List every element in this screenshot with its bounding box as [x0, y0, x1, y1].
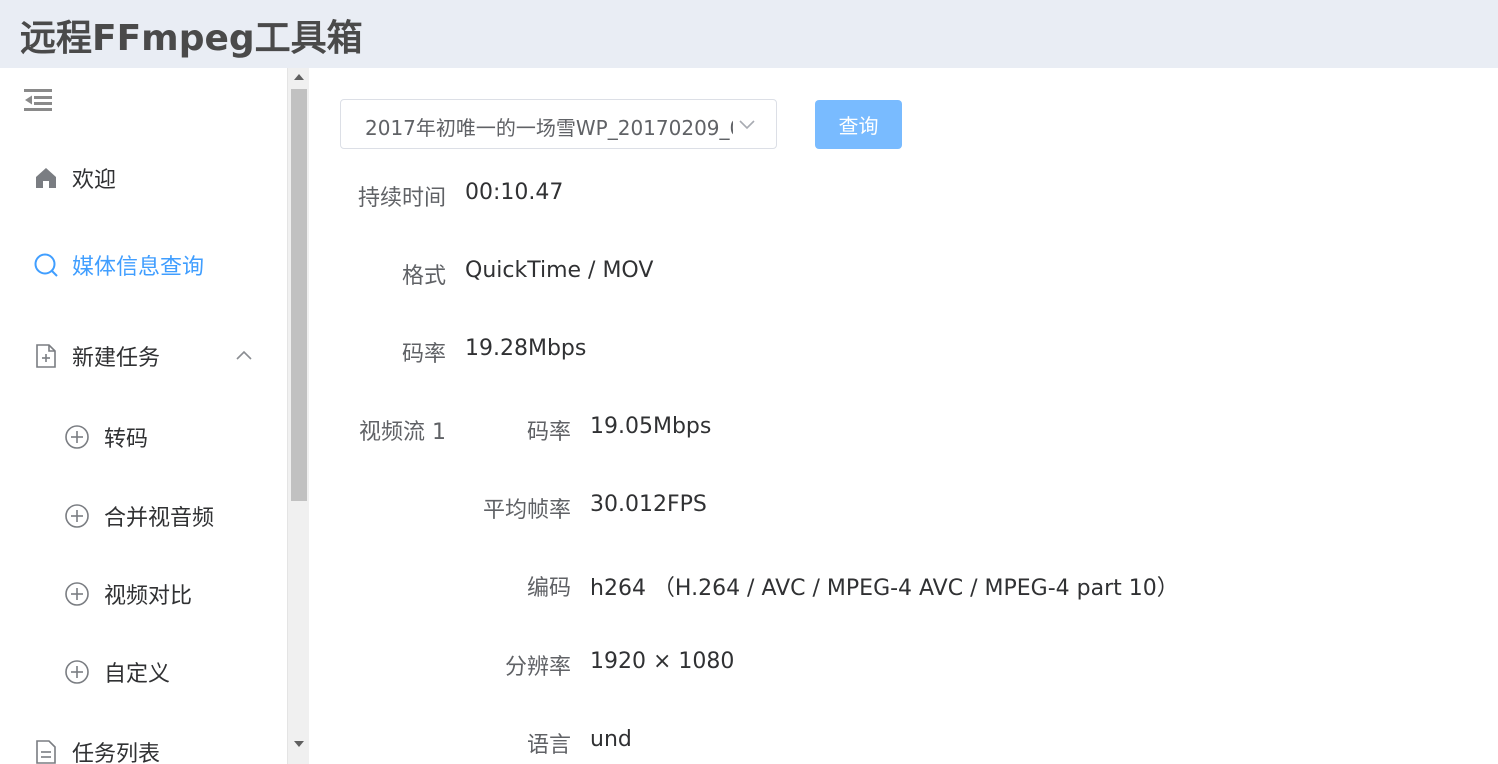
app-title: 远程FFmpeg工具箱 [20, 18, 363, 59]
sidebar-item-label: 合并视音频 [104, 506, 215, 531]
stream-label: 语言 [526, 733, 571, 758]
sidebar-item-welcome[interactable]: 欢迎 [0, 150, 287, 206]
sidebar-item-new-task[interactable]: 新建任务 [0, 328, 287, 384]
stream-label: 编码 [526, 576, 571, 601]
stream-value: 19.05Mbps [590, 414, 712, 439]
sidebar-item-label: 视频对比 [104, 584, 193, 609]
sidebar-item-task-list[interactable]: 任务列表 [0, 724, 287, 764]
info-value: 19.28Mbps [465, 336, 587, 361]
sidebar-item-label: 欢迎 [72, 168, 117, 193]
circle-plus-icon [64, 659, 90, 685]
circle-plus-icon [64, 581, 90, 607]
sidebar-item-custom[interactable]: 自定义 [0, 644, 287, 700]
sidebar-item-merge-av[interactable]: 合并视音频 [0, 488, 287, 544]
sidebar-item-transcode[interactable]: 转码 [0, 409, 287, 465]
document-add-icon [33, 343, 59, 369]
stream-label: 分辨率 [504, 655, 571, 680]
chevron-up-icon [234, 348, 254, 362]
stream-value: h264 （H.264 / AVC / MPEG-4 AVC / MPEG-4 … [590, 576, 1179, 601]
chevron-down-icon [738, 116, 756, 130]
file-select-value: 2017年初唯一的一场雪WP_20170209_0 [365, 116, 733, 140]
sidebar-item-video-compare[interactable]: 视频对比 [0, 566, 287, 622]
app-header: 远程FFmpeg工具箱 [0, 0, 1498, 68]
document-icon [33, 739, 59, 764]
query-button[interactable]: 查询 [815, 100, 902, 149]
sidebar-item-label: 媒体信息查询 [72, 255, 205, 280]
stream-value: 1920 × 1080 [590, 649, 735, 674]
info-label: 码率 [401, 342, 446, 367]
menu-collapse-icon[interactable] [24, 88, 54, 112]
search-icon [33, 252, 59, 278]
sidebar-item-label: 任务列表 [72, 742, 161, 764]
stream-value: und [590, 727, 632, 752]
sidebar-item-label: 新建任务 [72, 346, 161, 371]
sidebar-scrollbar[interactable] [287, 68, 309, 764]
info-value: 00:10.47 [465, 180, 564, 205]
sidebar-item-label: 自定义 [104, 662, 171, 687]
scrollbar-thumb[interactable] [291, 89, 307, 501]
main-content: 2017年初唯一的一场雪WP_20170209_0 查询 持续时间 00:10.… [310, 68, 1498, 764]
home-icon [33, 165, 59, 191]
circle-plus-icon [64, 424, 90, 450]
sidebar: 欢迎 媒体信息查询 新建任务 转码 合并视音频 视频对比 自定义 任务列表 [0, 68, 287, 764]
video-stream-title: 视频流 1 [359, 420, 446, 445]
info-label: 持续时间 [357, 186, 446, 211]
stream-label: 平均帧率 [482, 498, 571, 523]
circle-plus-icon [64, 503, 90, 529]
sidebar-item-label: 转码 [104, 427, 149, 452]
info-label: 格式 [401, 264, 446, 289]
scroll-down-arrow-icon[interactable] [294, 741, 304, 747]
stream-value: 30.012FPS [590, 492, 707, 517]
scroll-up-arrow-icon[interactable] [294, 74, 304, 80]
file-select[interactable]: 2017年初唯一的一场雪WP_20170209_0 [340, 99, 777, 149]
sidebar-item-media-info[interactable]: 媒体信息查询 [0, 237, 287, 293]
info-value: QuickTime / MOV [465, 258, 654, 283]
stream-label: 码率 [526, 420, 571, 445]
